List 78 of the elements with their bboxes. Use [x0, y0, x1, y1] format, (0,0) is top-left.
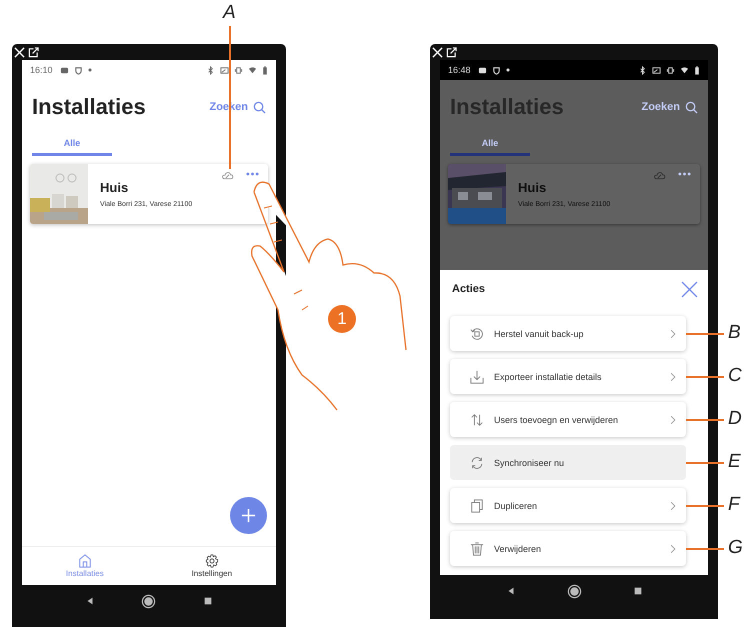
step-badge: 1	[328, 305, 356, 333]
status-time: 16:10	[30, 65, 53, 75]
nav-item[interactable]: Instellingen	[192, 554, 232, 578]
settings-icon	[204, 554, 219, 568]
callout-letter: F	[728, 494, 740, 516]
shield-icon	[74, 66, 83, 74]
close-icon	[681, 280, 698, 298]
callout-letter: E	[728, 451, 741, 473]
action-item[interactable]: Dupliceren	[450, 488, 686, 523]
leader-line	[686, 505, 724, 506]
chevron-icon	[670, 414, 676, 424]
wifi-icon	[680, 66, 689, 74]
installation-name: Huis	[100, 180, 130, 195]
dot-icon	[506, 68, 510, 72]
copy-icon	[470, 498, 484, 512]
leader-line	[686, 333, 724, 334]
action-item[interactable]: Verwijderen	[450, 531, 686, 566]
page-title: Installaties	[32, 94, 146, 120]
more-button[interactable]	[676, 170, 693, 178]
history-icon	[470, 326, 484, 340]
chevron-icon	[670, 328, 676, 338]
more-button[interactable]	[244, 170, 261, 178]
vibrate-icon	[234, 66, 243, 74]
search-button[interactable]: Zoeken	[641, 100, 698, 114]
cast-icon	[220, 66, 229, 74]
home-icon	[78, 554, 92, 568]
callout-letter: C	[728, 365, 742, 387]
battery-icon	[262, 66, 268, 74]
recents-icon[interactable]	[632, 586, 642, 596]
search-icon	[253, 100, 266, 114]
recents-icon[interactable]	[202, 596, 213, 606]
more-icon	[678, 172, 691, 176]
battery-icon	[694, 66, 700, 74]
cloud-icon	[653, 171, 666, 180]
action-item[interactable]: Herstel vanuit back-up	[450, 316, 686, 351]
home-icon[interactable]	[566, 584, 582, 598]
leader-line	[686, 548, 724, 550]
close-icon[interactable]	[432, 46, 443, 58]
home-icon[interactable]	[141, 594, 156, 608]
leader-line	[686, 376, 724, 378]
leader-line	[686, 462, 724, 464]
tab[interactable]: Alle	[450, 138, 530, 156]
action-item[interactable]: Users toevoegn en verwijderen	[450, 402, 686, 437]
status-time: 16:48	[448, 65, 471, 75]
wifi-icon	[248, 66, 257, 74]
bluetooth-icon	[206, 66, 215, 74]
plus-icon	[241, 508, 256, 523]
shield-icon	[492, 66, 501, 74]
close-icon[interactable]	[14, 46, 25, 58]
cloud-icon	[221, 171, 234, 180]
sync-icon	[470, 456, 484, 470]
chevron-icon	[670, 372, 676, 382]
leader-line	[686, 419, 724, 420]
callout-letter: G	[728, 537, 743, 559]
vibrate-icon	[666, 66, 675, 74]
chevron-icon	[670, 500, 676, 510]
trash-icon	[470, 542, 484, 556]
search-icon	[685, 100, 698, 114]
action-item[interactable]: Exporteer installatie details	[450, 359, 686, 394]
external-link-icon[interactable]	[446, 46, 457, 58]
close-button[interactable]	[681, 280, 698, 298]
installation-name: Huis	[518, 180, 548, 195]
download-icon	[470, 370, 484, 384]
callout-letter: B	[728, 322, 741, 344]
more-icon	[246, 172, 259, 176]
cast-icon	[652, 66, 661, 74]
sheet-title: Acties	[452, 283, 486, 295]
add-button[interactable]	[230, 497, 267, 534]
notification-icon	[478, 66, 487, 74]
callout-letter: A	[223, 2, 236, 24]
bluetooth-icon	[638, 66, 647, 74]
callout-letter: D	[728, 408, 742, 430]
arrows-icon	[470, 412, 484, 426]
back-icon[interactable]	[85, 596, 96, 606]
chevron-icon	[670, 544, 676, 554]
external-link-icon[interactable]	[28, 46, 39, 58]
notification-icon	[60, 66, 69, 74]
dot-icon	[88, 68, 92, 72]
